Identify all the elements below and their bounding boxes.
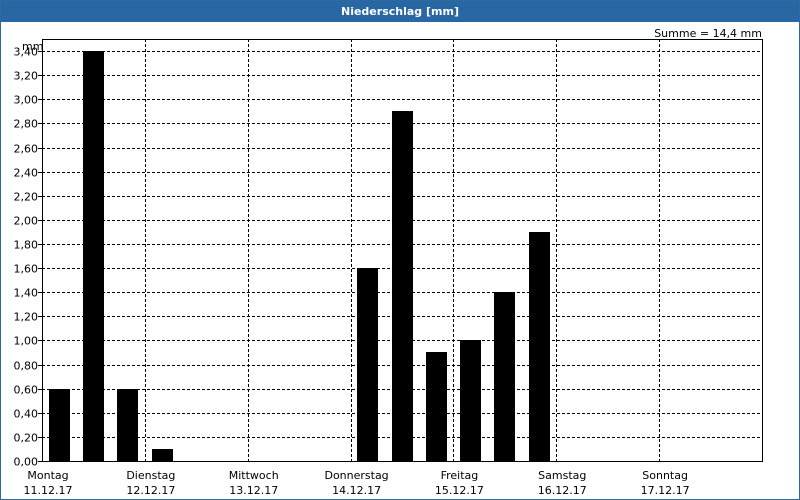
x-day-label: Freitag bbox=[441, 469, 479, 482]
x-date-label: 11.12.17 bbox=[24, 484, 73, 497]
y-tick-label: 1,40 bbox=[14, 287, 39, 300]
x-day-label: Mittwoch bbox=[229, 469, 279, 482]
y-tick-label: 3,00 bbox=[14, 94, 39, 107]
y-tick-label: 1,60 bbox=[14, 263, 39, 276]
precipitation-bar bbox=[494, 292, 515, 461]
y-tick-label: 2,80 bbox=[14, 118, 39, 131]
precipitation-bar bbox=[117, 389, 138, 461]
x-date-label: 17.12.17 bbox=[641, 484, 690, 497]
x-day-label: Montag bbox=[27, 469, 68, 482]
y-tick-label: 2,00 bbox=[14, 215, 39, 228]
x-date-label: 13.12.17 bbox=[229, 484, 278, 497]
y-tick-label: 0,80 bbox=[14, 360, 39, 373]
x-date-label: 14.12.17 bbox=[332, 484, 381, 497]
precipitation-bar bbox=[392, 111, 413, 461]
y-tick-label: 1,00 bbox=[14, 335, 39, 348]
x-date-label: 12.12.17 bbox=[126, 484, 175, 497]
y-tick-label: 1,80 bbox=[14, 239, 39, 252]
x-day-label: Sonntag bbox=[642, 469, 688, 482]
y-tick-label: 0,20 bbox=[14, 432, 39, 445]
precipitation-chart: Summe = 14,4 mm mm 0,000,200,400,600,801… bbox=[14, 27, 763, 497]
precipitation-bar bbox=[426, 352, 447, 461]
y-tick-label: 3,40 bbox=[14, 46, 39, 59]
y-tick-label: 0,00 bbox=[14, 456, 39, 469]
x-day-label: Donnerstag bbox=[324, 469, 388, 482]
precipitation-bar bbox=[83, 51, 104, 461]
precipitation-bar bbox=[460, 340, 481, 461]
precipitation-bar bbox=[152, 449, 173, 461]
x-date-label: 15.12.17 bbox=[435, 484, 484, 497]
total-sum-label: Summe = 14,4 mm bbox=[654, 27, 762, 40]
y-tick-label: 2,60 bbox=[14, 143, 39, 156]
y-tick-label: 0,40 bbox=[14, 408, 39, 421]
x-date-label: 16.12.17 bbox=[538, 484, 587, 497]
y-tick-label: 1,20 bbox=[14, 311, 39, 324]
x-day-label: Dienstag bbox=[126, 469, 175, 482]
precipitation-bar bbox=[357, 268, 378, 461]
precipitation-bar bbox=[529, 232, 550, 461]
bars bbox=[49, 51, 550, 461]
y-tick-label: 3,20 bbox=[14, 70, 39, 83]
y-tick-label: 0,60 bbox=[14, 384, 39, 397]
y-tick-label: 2,40 bbox=[14, 167, 39, 180]
precipitation-bar bbox=[49, 389, 70, 461]
y-tick-label: 2,20 bbox=[14, 191, 39, 204]
x-day-label: Samstag bbox=[538, 469, 586, 482]
